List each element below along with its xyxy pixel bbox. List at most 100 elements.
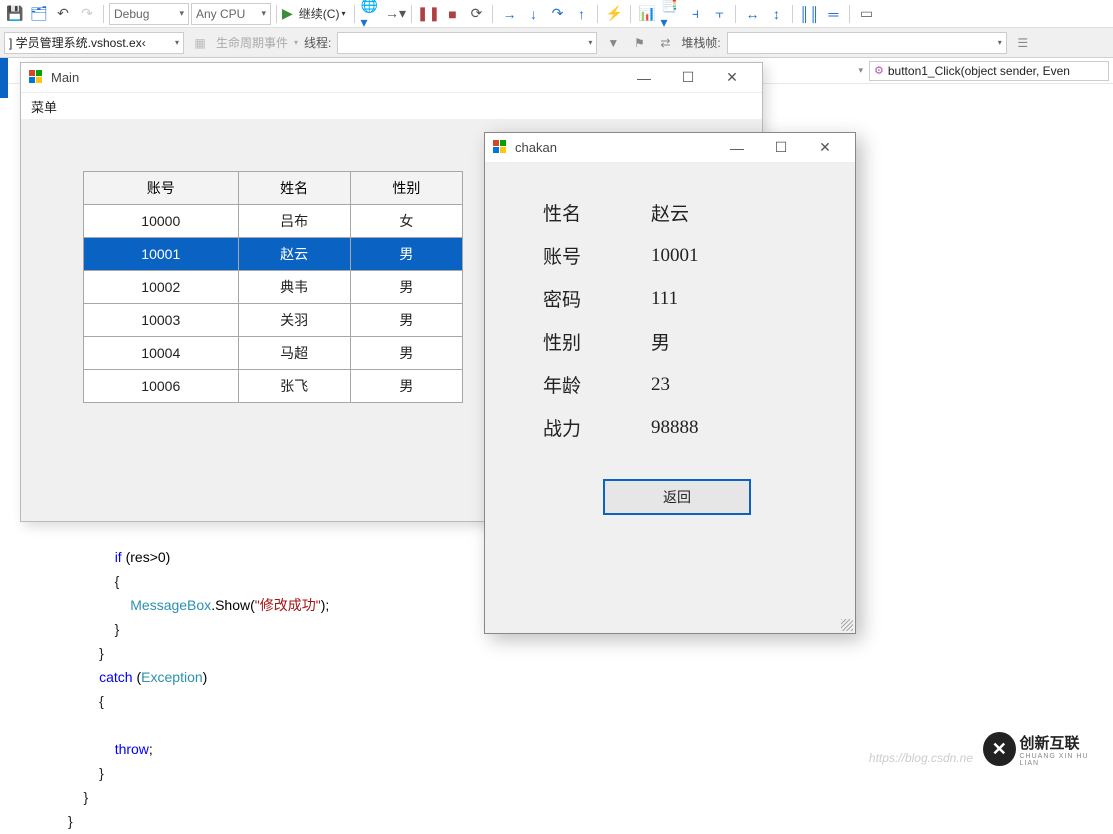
detail-value: 10001	[651, 245, 699, 267]
table-cell[interactable]: 典韦	[238, 271, 350, 304]
detail-row: 战力98888	[543, 414, 811, 441]
browser-icon[interactable]: 🌐▾	[360, 3, 382, 25]
column-header[interactable]: 性别	[350, 172, 462, 205]
table-cell[interactable]: 马超	[238, 337, 350, 370]
save-icon[interactable]: 💾	[4, 3, 26, 25]
detail-label: 年龄	[543, 371, 651, 398]
table-row[interactable]: 10004马超男	[84, 337, 463, 370]
separator	[849, 5, 850, 23]
start-icon[interactable]: ▶	[282, 5, 293, 22]
detail-label: 密码	[543, 285, 651, 312]
window-titlebar[interactable]: Main — ☐ ✕	[21, 63, 762, 93]
separator	[735, 5, 736, 23]
close-icon[interactable]: ✕	[803, 133, 847, 163]
separator	[276, 5, 277, 23]
minimize-icon[interactable]: —	[715, 133, 759, 163]
data-grid[interactable]: 账号姓名性别 10000吕布女10001赵云男10002典韦男10003关羽男1…	[83, 171, 463, 403]
pause-icon[interactable]: ❚❚	[417, 3, 439, 25]
doc-tab-edge	[0, 58, 8, 98]
table-cell[interactable]: 男	[350, 271, 462, 304]
table-row[interactable]: 10003关羽男	[84, 304, 463, 337]
table-cell[interactable]: 10001	[84, 238, 239, 271]
step-over-icon[interactable]: ↷	[546, 3, 568, 25]
redo-icon[interactable]: ↷	[76, 3, 98, 25]
table-row[interactable]: 10000吕布女	[84, 205, 463, 238]
logo-icon: ✕	[983, 732, 1016, 766]
table-row[interactable]: 10006张飞男	[84, 370, 463, 403]
window-title: Main	[51, 70, 79, 85]
nav-dropdown-icon[interactable]: ▾	[858, 65, 863, 76]
table-row[interactable]: 10002典韦男	[84, 271, 463, 304]
main-toolbar: 💾 🗂 ↶ ↷ Debug▾ Any CPU▾ ▶ 继续(C) ▾ 🌐▾ →▾ …	[0, 0, 1113, 28]
frame-opts-icon[interactable]: ☰	[1013, 33, 1033, 53]
dialog-title: chakan	[515, 140, 557, 155]
close-icon[interactable]: ✕	[710, 63, 754, 93]
table-cell[interactable]: 男	[350, 370, 462, 403]
detail-label: 性名	[543, 199, 651, 226]
back-button[interactable]: 返回	[603, 479, 751, 515]
detail-value: 赵云	[651, 199, 689, 226]
process-select[interactable]: ] 学员管理系统.vshost.ex‹▾	[4, 32, 184, 54]
detail-value: 98888	[651, 417, 699, 439]
resize-grip[interactable]	[841, 619, 853, 631]
flag-icon[interactable]: ⚑	[629, 33, 649, 53]
logo-text: 创新互联	[1020, 735, 1080, 752]
table-cell[interactable]: 男	[350, 238, 462, 271]
config-select[interactable]: Debug▾	[109, 3, 189, 25]
detail-value: 男	[651, 328, 670, 355]
group-icon[interactable]: ▭	[855, 3, 877, 25]
save-all-icon[interactable]: 🗂	[28, 3, 50, 25]
show-next-icon[interactable]: →	[498, 3, 520, 25]
detail-row: 密码111	[543, 285, 811, 312]
lifecycle-icon[interactable]: ▦	[190, 33, 210, 53]
table-cell[interactable]: 10002	[84, 271, 239, 304]
thread-select[interactable]: ▾	[337, 32, 597, 54]
align-top-icon[interactable]: ⫟	[708, 3, 730, 25]
table-cell[interactable]: 女	[350, 205, 462, 238]
align-left-icon[interactable]: ⫞	[684, 3, 706, 25]
step-out-icon[interactable]: ↑	[570, 3, 592, 25]
hspacing-icon[interactable]: ║║	[798, 3, 820, 25]
table-cell[interactable]: 赵云	[238, 238, 350, 271]
platform-select[interactable]: Any CPU▾	[191, 3, 271, 25]
table-row[interactable]: 10001赵云男	[84, 238, 463, 271]
step-into-icon[interactable]: ↓	[522, 3, 544, 25]
table-cell[interactable]: 10000	[84, 205, 239, 238]
height-icon[interactable]: ↕	[765, 3, 787, 25]
code-editor[interactable]: if (res>0) { MessageBox.Show("修改成功"); } …	[68, 546, 329, 834]
table-cell[interactable]: 吕布	[238, 205, 350, 238]
detail-row: 账号10001	[543, 242, 811, 269]
stop-icon[interactable]: ■	[441, 3, 463, 25]
width-icon[interactable]: ↔	[741, 3, 763, 25]
table-cell[interactable]: 10004	[84, 337, 239, 370]
separator	[411, 5, 412, 23]
restart-icon[interactable]: ⟳	[465, 3, 487, 25]
intellitrace-icon[interactable]: ⚡	[603, 3, 625, 25]
continue-button[interactable]: 继续(C) ▾	[295, 5, 350, 22]
maximize-icon[interactable]: ☐	[759, 133, 803, 163]
filter-icon[interactable]: ▼	[603, 33, 623, 53]
menu-item[interactable]: 菜单	[31, 100, 57, 115]
table-cell[interactable]: 男	[350, 304, 462, 337]
stackframe-select[interactable]: ▾	[727, 32, 1007, 54]
maximize-icon[interactable]: ☐	[666, 63, 710, 93]
table-cell[interactable]: 10003	[84, 304, 239, 337]
toolbox-icon[interactable]: 📊	[636, 3, 658, 25]
arrow-right-icon[interactable]: →▾	[384, 3, 406, 25]
threads-icon[interactable]: ⇄	[655, 33, 675, 53]
separator	[630, 5, 631, 23]
form-icon	[29, 70, 45, 86]
undo-icon[interactable]: ↶	[52, 3, 74, 25]
toolbox2-icon[interactable]: 📑▾	[660, 3, 682, 25]
column-header[interactable]: 账号	[84, 172, 239, 205]
table-cell[interactable]: 张飞	[238, 370, 350, 403]
table-cell[interactable]: 男	[350, 337, 462, 370]
table-cell[interactable]: 10006	[84, 370, 239, 403]
dialog-titlebar[interactable]: chakan — ☐ ✕	[485, 133, 855, 163]
vspacing-icon[interactable]: ═	[822, 3, 844, 25]
table-cell[interactable]: 关羽	[238, 304, 350, 337]
minimize-icon[interactable]: —	[622, 63, 666, 93]
method-select[interactable]: ⚙ button1_Click(object sender, Even	[869, 61, 1109, 81]
detail-value: 111	[651, 288, 678, 310]
column-header[interactable]: 姓名	[238, 172, 350, 205]
